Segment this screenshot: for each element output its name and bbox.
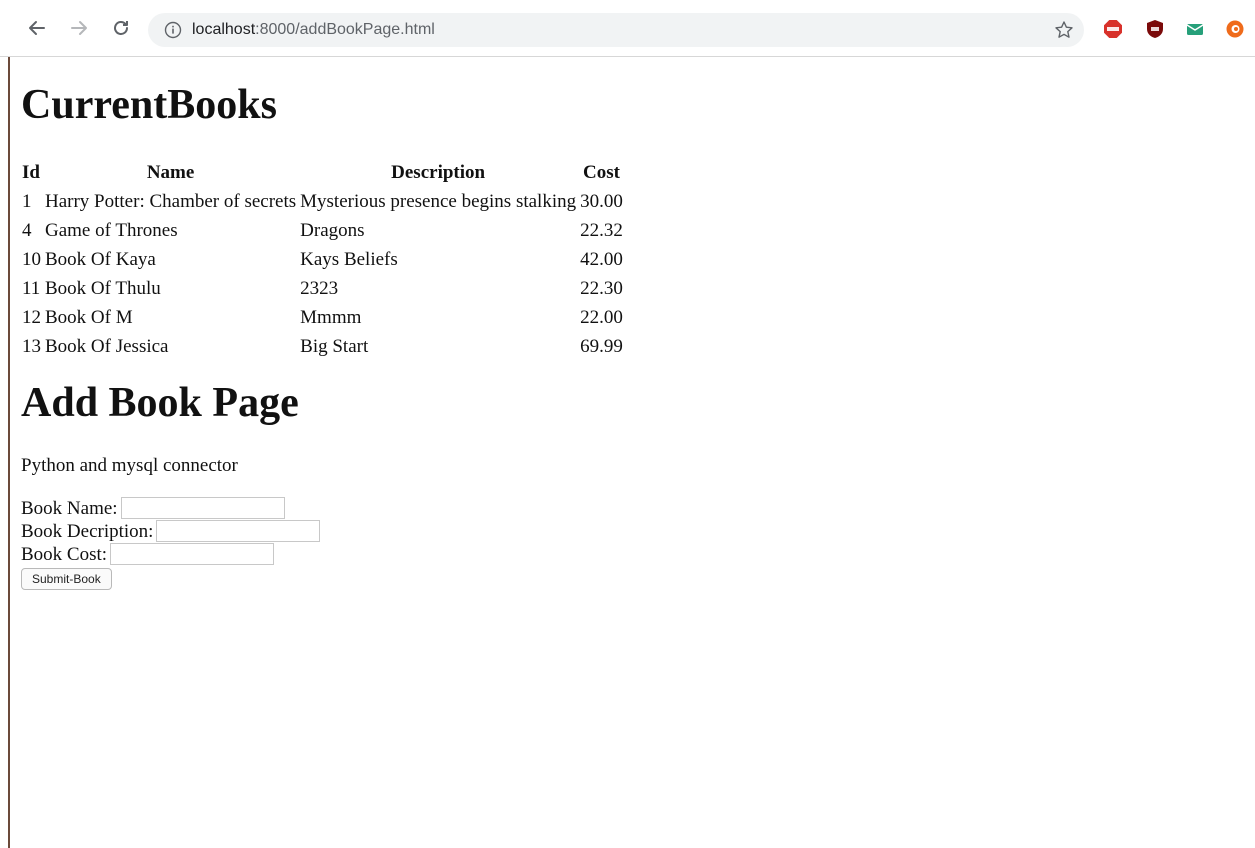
cell-description: Dragons xyxy=(300,220,365,241)
cell-id: 4 xyxy=(22,220,32,241)
cell-name: Book Of M xyxy=(45,307,133,328)
back-arrow-icon xyxy=(29,21,45,35)
address-bar[interactable]: localhost:8000/addBookPage.html xyxy=(148,13,1084,47)
table-header-row: Id Name Description Cost xyxy=(21,159,624,186)
subtitle-text: Python and mysql connector xyxy=(21,455,238,476)
page-viewport: CurrentBooks Id Name Description Cost 1 … xyxy=(0,57,1255,848)
cell-cost: 22.00 xyxy=(580,307,623,328)
column-header-cost: Cost xyxy=(583,162,620,183)
book-name-label: Book Name: xyxy=(21,498,118,519)
reload-icon xyxy=(114,21,128,35)
url-host: localhost xyxy=(192,21,256,38)
bookmark-star-icon[interactable] xyxy=(1054,20,1074,40)
column-header-name: Name xyxy=(146,162,195,183)
table-row: 1 Harry Potter: Chamber of secrets Myste… xyxy=(21,188,624,215)
add-book-form: Book Name: Book Decription: Book Cost: S… xyxy=(21,497,321,590)
forward-arrow-icon xyxy=(71,21,87,35)
cell-id: 1 xyxy=(22,191,32,212)
ublock-icon[interactable] xyxy=(1146,20,1164,38)
orange-ext-icon[interactable] xyxy=(1226,20,1244,38)
info-icon[interactable] xyxy=(164,21,182,39)
cell-name: Book Of Kaya xyxy=(45,249,156,270)
cell-name: Book Of Thulu xyxy=(45,278,161,299)
submit-book-button[interactable]: Submit-Book xyxy=(21,568,112,590)
book-description-input[interactable] xyxy=(156,520,321,542)
abp-icon[interactable] xyxy=(1104,20,1122,38)
book-cost-input[interactable] xyxy=(110,543,275,565)
book-cost-label: Book Cost: xyxy=(21,544,108,565)
cell-name: Game of Thrones xyxy=(45,220,178,241)
mail-icon[interactable] xyxy=(1186,20,1204,38)
book-name-row: Book Name: xyxy=(21,497,320,520)
url-path: :8000/addBookPage.html xyxy=(255,21,435,38)
column-header-description: Description xyxy=(391,162,486,183)
cell-id: 11 xyxy=(22,278,41,299)
cell-id: 12 xyxy=(22,307,41,328)
cell-cost: 22.30 xyxy=(580,278,623,299)
add-book-heading: Add Book Page xyxy=(21,380,299,426)
table-row: 10 Book Of Kaya Kays Beliefs 42.00 xyxy=(21,246,624,273)
cell-id: 13 xyxy=(22,336,41,357)
cell-name: Book Of Jessica xyxy=(45,336,169,357)
forward-button[interactable] xyxy=(66,15,92,41)
table-row: 13 Book Of Jessica Big Start 69.99 xyxy=(21,333,624,360)
cell-cost: 22.32 xyxy=(580,220,623,241)
cell-description: Big Start xyxy=(300,336,369,357)
back-button[interactable] xyxy=(24,15,50,41)
table-row: 4 Game of Thrones Dragons 22.32 xyxy=(21,217,624,244)
cell-id: 10 xyxy=(22,249,41,270)
book-description-label: Book Decription: xyxy=(21,521,154,542)
reload-button[interactable] xyxy=(108,15,134,41)
table-row: 12 Book Of M Mmmm 22.00 xyxy=(21,304,624,331)
column-header-id: Id xyxy=(22,162,40,183)
book-cost-row: Book Cost: xyxy=(21,543,320,566)
book-name-input[interactable] xyxy=(120,497,285,519)
cell-description: Mysterious presence begins stalking xyxy=(300,191,577,212)
browser-toolbar: localhost:8000/addBookPage.html xyxy=(0,0,1255,57)
cell-cost: 42.00 xyxy=(580,249,623,270)
cell-description: 2323 xyxy=(300,278,339,299)
cell-description: Kays Beliefs xyxy=(300,249,398,270)
current-books-heading: CurrentBooks xyxy=(21,82,277,128)
cell-name: Harry Potter: Chamber of secrets xyxy=(45,191,297,212)
book-description-row: Book Decription: xyxy=(21,520,321,543)
cell-cost: 30.00 xyxy=(580,191,623,212)
cell-description: Mmmm xyxy=(300,307,362,328)
table-row: 11 Book Of Thulu 2323 22.30 xyxy=(21,275,624,302)
cell-cost: 69.99 xyxy=(580,336,623,357)
url-text[interactable]: localhost:8000/addBookPage.html xyxy=(192,21,435,39)
books-table: Id Name Description Cost 1 Harry Potter:… xyxy=(19,157,626,362)
